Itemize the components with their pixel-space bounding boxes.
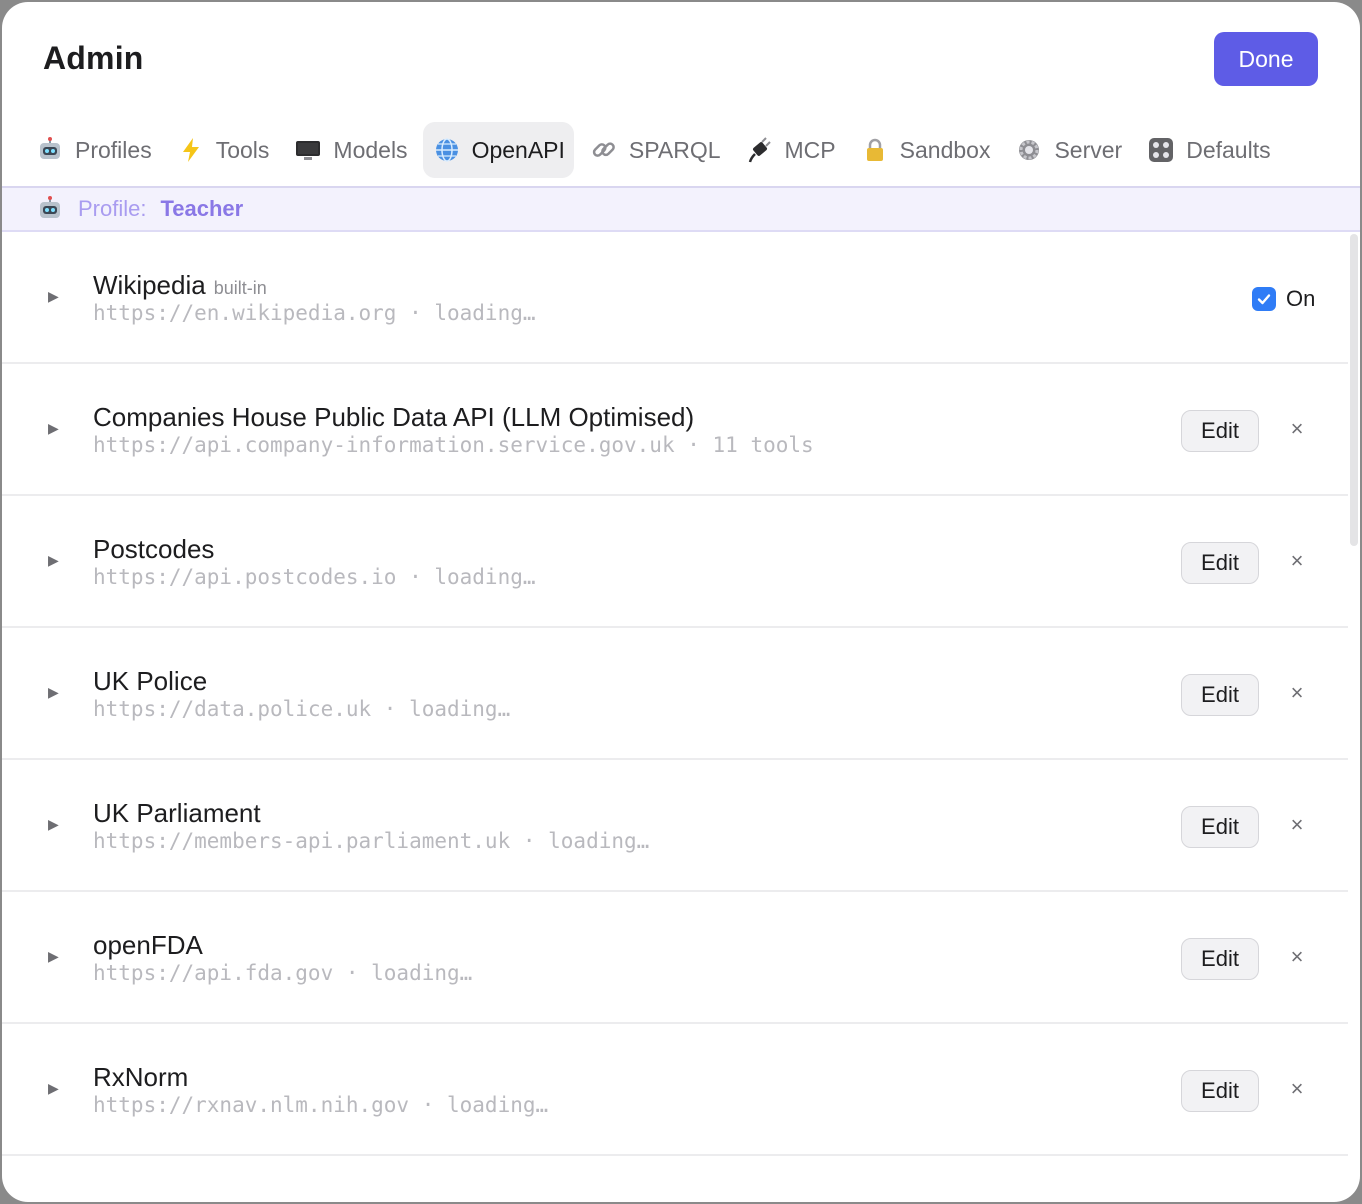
api-subtitle: https://members-api.parliament.uk · load…: [93, 829, 650, 853]
api-title-line: Companies House Public Data API (LLM Opt…: [93, 402, 694, 433]
remove-icon[interactable]: ×: [1286, 1076, 1308, 1102]
profile-label: Profile:: [78, 196, 147, 221]
tab-label: Server: [1054, 136, 1123, 163]
api-title: UK Parliament: [93, 798, 261, 828]
api-title-line: UK Parliament: [93, 798, 261, 829]
tab-openapi[interactable]: OpenAPI: [422, 122, 574, 178]
api-row[interactable]: ▶ openFDA https://api.fda.gov · loading… Ed…: [2, 892, 1348, 1024]
api-title-line: openFDA: [93, 930, 203, 961]
remove-icon[interactable]: ×: [1286, 548, 1308, 574]
api-subtitle: https://api.fda.gov · loading…: [93, 961, 473, 985]
profile-name[interactable]: Teacher: [160, 196, 243, 222]
edit-button[interactable]: Edit: [1181, 410, 1259, 452]
expand-caret-icon[interactable]: ▶: [48, 684, 59, 701]
api-row[interactable]: ▶ UK Police https://data.police.uk · loadi…: [2, 628, 1348, 760]
api-row[interactable]: ▶ Wikipedia built-in https://en.wikipedia.o…: [2, 232, 1348, 364]
expand-caret-icon[interactable]: ▶: [48, 816, 59, 833]
remove-icon[interactable]: ×: [1286, 680, 1308, 706]
api-title: UK Police: [93, 666, 208, 696]
api-row[interactable]: ▶ Companies House Public Data API (LLM Op…: [2, 364, 1348, 496]
api-title-line: UK Police: [93, 666, 207, 697]
tab-mcp[interactable]: MCP: [736, 122, 845, 178]
tab-tools[interactable]: Tools: [167, 122, 279, 178]
remove-icon[interactable]: ×: [1286, 812, 1308, 838]
edit-button[interactable]: Edit: [1181, 674, 1259, 716]
monitor-icon: [293, 135, 323, 165]
tab-sparql[interactable]: SPARQL: [580, 122, 730, 178]
dialog-header: Admin Done: [2, 2, 1360, 122]
api-subtitle: https://data.police.uk · loading…: [93, 697, 511, 721]
tab-label: Tools: [215, 136, 270, 163]
toggle-label: On: [1286, 286, 1316, 311]
lock-icon: [860, 135, 890, 165]
api-title: openFDA: [93, 930, 203, 960]
page-title: Admin: [43, 40, 144, 76]
api-title: Wikipedia: [93, 270, 206, 300]
api-row[interactable]: ▶ Postcodes https://api.postcodes.io · loa…: [2, 496, 1348, 628]
globe-icon: [432, 135, 462, 165]
tab-label: MCP: [784, 136, 836, 163]
tab-label: OpenAPI: [471, 136, 565, 163]
api-subtitle: https://api.company-information.service.…: [93, 433, 814, 457]
admin-dialog: Admin Done Profiles Tools Models OpenAPI SPA…: [2, 2, 1360, 1202]
remove-icon[interactable]: ×: [1286, 416, 1308, 442]
expand-caret-icon[interactable]: ▶: [48, 420, 59, 437]
tab-profiles[interactable]: Profiles: [26, 122, 161, 178]
robot-icon: [35, 135, 65, 165]
api-subtitle: https://rxnav.nlm.nih.gov · loading…: [93, 1093, 549, 1117]
checkbox-checked-icon[interactable]: [1252, 287, 1276, 311]
robot-icon: [36, 195, 64, 223]
tab-defaults[interactable]: Defaults: [1137, 122, 1279, 178]
expand-caret-icon[interactable]: ▶: [48, 1080, 59, 1097]
expand-caret-icon[interactable]: ▶: [48, 948, 59, 965]
tab-bar: Profiles Tools Models OpenAPI SPARQL MCP Sandb…: [26, 122, 1286, 178]
api-subtitle: https://en.wikipedia.org · loading…: [93, 301, 536, 325]
edit-button[interactable]: Edit: [1181, 1070, 1259, 1112]
api-title: Postcodes: [93, 534, 215, 564]
tab-server[interactable]: Server: [1005, 122, 1131, 178]
plug-icon: [745, 135, 775, 165]
control-knobs-icon: [1146, 135, 1176, 165]
edit-button[interactable]: Edit: [1181, 806, 1259, 848]
gear-icon: [1014, 135, 1044, 165]
tab-label: SPARQL: [628, 136, 721, 163]
api-title-line: Wikipedia built-in: [93, 270, 267, 301]
done-button[interactable]: Done: [1214, 32, 1318, 86]
lightning-icon: [176, 135, 206, 165]
api-title-line: Postcodes: [93, 534, 214, 565]
api-list: ▶ Wikipedia built-in https://en.wikipedia.o…: [2, 232, 1348, 1156]
tab-label: Profiles: [75, 136, 152, 163]
api-row[interactable]: ▶ UK Parliament https://members-api.parlia…: [2, 760, 1348, 892]
expand-caret-icon[interactable]: ▶: [48, 552, 59, 569]
enable-toggle[interactable]: On: [1252, 286, 1315, 312]
scrollbar[interactable]: [1350, 234, 1358, 546]
remove-icon[interactable]: ×: [1286, 944, 1308, 970]
edit-button[interactable]: Edit: [1181, 938, 1259, 980]
profile-bar: Profile: Teacher: [2, 188, 1360, 232]
expand-caret-icon[interactable]: ▶: [48, 288, 59, 305]
api-subtitle: https://api.postcodes.io · loading…: [93, 565, 536, 589]
edit-button[interactable]: Edit: [1181, 542, 1259, 584]
tab-label: Models: [333, 136, 408, 163]
tab-label: Defaults: [1186, 136, 1271, 163]
link-icon: [589, 135, 619, 165]
api-title-line: RxNorm: [93, 1062, 188, 1093]
builtin-tag: built-in: [213, 278, 267, 298]
api-row[interactable]: ▶ RxNorm https://rxnav.nlm.nih.gov · loadi…: [2, 1024, 1348, 1156]
api-title: RxNorm: [93, 1062, 189, 1092]
tab-label: Sandbox: [899, 136, 991, 163]
api-title: Companies House Public Data API (LLM Opt…: [93, 402, 695, 432]
tab-sandbox[interactable]: Sandbox: [851, 122, 1000, 178]
tab-models[interactable]: Models: [284, 122, 416, 178]
